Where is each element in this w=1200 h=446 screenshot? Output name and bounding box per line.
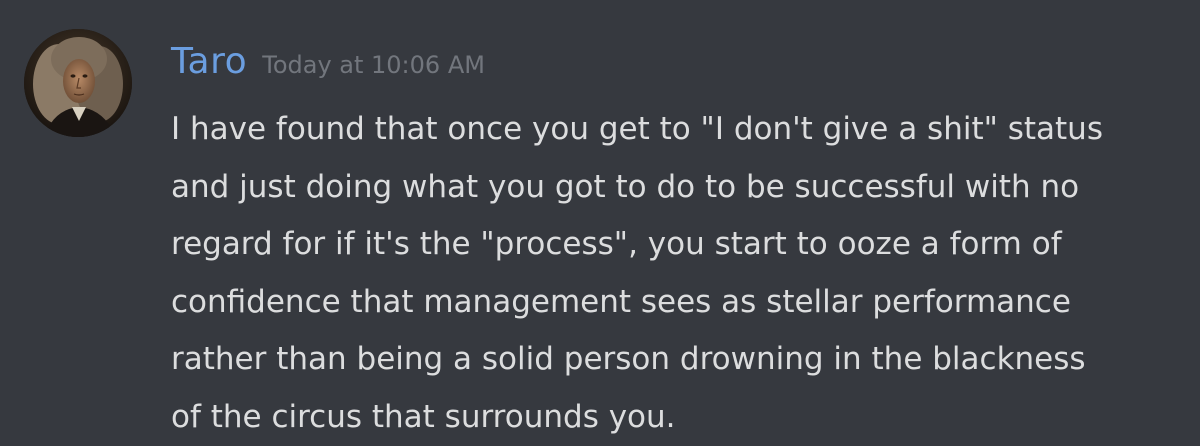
author-name[interactable]: Taro xyxy=(171,41,247,82)
message-line: I have found that once you get to "I don… xyxy=(171,101,1181,159)
message-line: regard for if it's the "process", you st… xyxy=(171,216,1181,274)
message-timestamp[interactable]: Today at 10:06 AM xyxy=(262,51,485,79)
message-line: of the circus that surrounds you. xyxy=(171,389,1181,446)
message-line: and just doing what you got to do to be … xyxy=(171,159,1181,217)
user-avatar[interactable] xyxy=(24,29,132,137)
message-line: confidence that management sees as stell… xyxy=(171,274,1181,332)
message-content: I have found that once you get to "I don… xyxy=(171,101,1181,446)
chat-message: Taro Today at 10:06 AM I have found that… xyxy=(0,0,1200,444)
message-header: Taro Today at 10:06 AM xyxy=(171,38,485,92)
message-line: rather than being a solid person drownin… xyxy=(171,331,1181,389)
portrait-avatar-icon xyxy=(24,29,132,137)
